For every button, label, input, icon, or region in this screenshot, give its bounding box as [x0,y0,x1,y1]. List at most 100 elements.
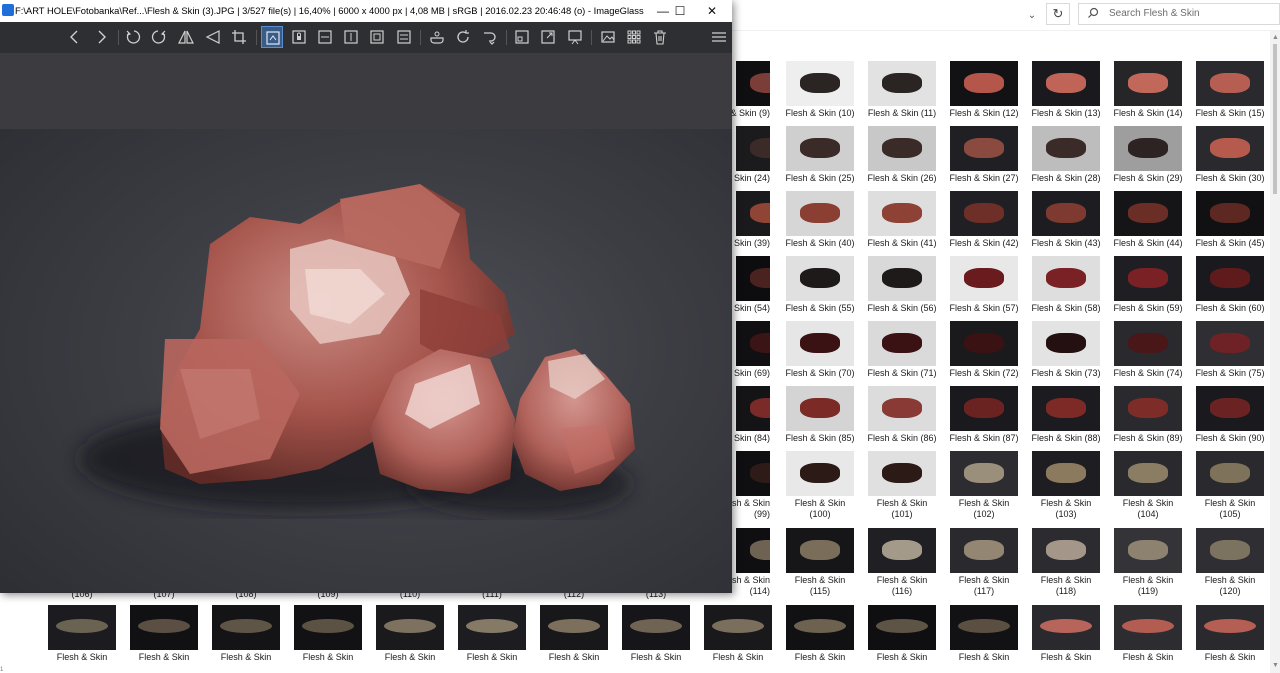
thumbnail-tile[interactable]: Flesh & Skin (120) [1196,528,1264,598]
thumbnail-tile[interactable]: Flesh & Skin (10) [785,61,855,131]
slideshow-icon[interactable] [564,26,586,48]
thumbnail-tile[interactable]: Flesh & Skin [1196,605,1264,669]
thumbnail-tile[interactable]: Flesh & Skin (89) [1113,386,1183,456]
thumbnail-tile[interactable]: Flesh & Skin (86) [867,386,937,456]
thumbnail-tile[interactable]: Flesh & Skin (15) [1195,61,1265,131]
thumbnail-tile[interactable]: Flesh & Skin (40) [785,191,855,261]
menu-icon[interactable] [708,26,730,48]
thumbnail-tile[interactable]: Flesh & Skin (99) [719,451,770,521]
color-picker-icon[interactable] [426,26,448,48]
thumbnail-tile[interactable]: Flesh & Skin (11) [868,61,936,131]
lock-zoom-icon[interactable] [288,26,310,48]
thumbnail-tile[interactable]: Flesh & Skin (69) [701,321,770,391]
thumbnail-tile[interactable]: Flesh & Skin (105) [1196,451,1264,521]
goto-icon[interactable] [478,26,500,48]
thumbnail-tile[interactable]: Flesh & Skin (117) [950,528,1018,598]
thumbnail-tile[interactable]: Flesh & Skin (59) [1113,256,1183,326]
refresh-button[interactable]: ↻ [1046,3,1070,25]
thumbnail-tile[interactable]: Flesh & Skin (114) [719,528,770,598]
thumbnail-tile[interactable]: Flesh & Skin (90) [1195,386,1265,456]
thumbnail-tile[interactable]: Flesh & Skin (75) [1195,321,1265,391]
thumbnail-tile[interactable]: Flesh & Skin [786,605,854,669]
flip-horizontal-icon[interactable] [175,26,197,48]
scroll-down-arrow-icon[interactable]: ▼ [1272,662,1279,669]
thumbnail-tile[interactable]: Flesh & Skin [1032,605,1100,669]
thumbnail-tile[interactable]: Flesh & Skin (101) [868,451,936,521]
thumbnail-tile[interactable]: Flesh & Skin [212,605,280,669]
thumbnail-tile[interactable]: Flesh & Skin (103) [1032,451,1100,521]
thumbnail-tile[interactable]: Flesh & Skin (72) [949,321,1019,391]
thumbnail-tile[interactable]: Flesh & Skin [294,605,362,669]
thumbnail-tile[interactable]: Flesh & Skin (29) [1113,126,1183,196]
image-viewer-area[interactable] [0,53,732,593]
delete-icon[interactable] [649,26,671,48]
refresh-icon[interactable] [452,26,474,48]
scale-to-height-icon[interactable] [340,26,362,48]
thumbnail-tile[interactable]: Flesh & Skin (39) [701,191,770,261]
thumbnail-tile[interactable]: Flesh & Skin (102) [950,451,1018,521]
thumbnail-tile[interactable]: Flesh & Skin [950,605,1018,669]
thumbnail-tile[interactable]: Flesh & Skin (104) [1114,451,1182,521]
thumbnail-tile[interactable]: Flesh & Skin (12) [949,61,1019,131]
thumbnail-tile[interactable]: Flesh & Skin (85) [785,386,855,456]
scrollbar-thumb[interactable] [1273,44,1277,194]
auto-zoom-icon[interactable] [261,26,283,48]
scale-to-fit-icon[interactable] [366,26,388,48]
scroll-up-arrow-icon[interactable]: ▲ [1272,34,1279,41]
rotate-right-icon[interactable] [148,26,170,48]
thumbnail-tile[interactable]: Flesh & Skin [868,605,936,669]
close-button[interactable]: ✕ [692,0,732,22]
back-icon[interactable] [64,26,86,48]
thumbnail-tile[interactable]: Flesh & Skin (88) [1031,386,1101,456]
thumbnail-tile[interactable]: Flesh & Skin (24) [701,126,770,196]
thumbnail-tile[interactable]: Flesh & Skin [622,605,690,669]
crop-icon[interactable] [228,26,250,48]
thumbnail-tile[interactable]: Flesh & Skin (45) [1195,191,1265,261]
thumbnail-tile[interactable]: Flesh & Skin (100) [786,451,854,521]
thumbnail-tile[interactable]: Flesh & Skin (55) [785,256,855,326]
thumbnail-tile[interactable]: Flesh & Skin (115) [786,528,854,598]
thumbnail-tile[interactable]: Flesh & Skin (84) [701,386,770,456]
thumbnail-tile[interactable]: Flesh & Skin (30) [1195,126,1265,196]
thumbnail-tile[interactable]: Flesh & Skin (57) [949,256,1019,326]
thumbnail-tile[interactable]: Flesh & Skin (13) [1031,61,1101,131]
thumbnail-tile[interactable]: Flesh & Skin (27) [949,126,1019,196]
thumbnail-tile[interactable]: Flesh & Skin (44) [1113,191,1183,261]
thumbnail-tile[interactable]: Flesh & Skin (87) [949,386,1019,456]
thumbnails-icon[interactable] [623,26,645,48]
thumbnail-tile[interactable]: Flesh & Skin (58) [1031,256,1101,326]
forward-icon[interactable] [90,26,112,48]
address-dropdown-icon[interactable]: ⌄ [1026,10,1038,22]
thumbnail-tile[interactable]: Flesh & Skin (116) [868,528,936,598]
thumbnail-tile[interactable]: Flesh & Skin (54) [701,256,770,326]
thumbnail-tile[interactable]: Flesh & Skin (60) [1195,256,1265,326]
thumbnail-tile[interactable]: Flesh & Skin (26) [867,126,937,196]
scale-to-fill-icon[interactable] [393,26,415,48]
thumbnail-tile[interactable]: Flesh & Skin (41) [867,191,937,261]
thumbnail-tile[interactable]: Flesh & Skin (42) [949,191,1019,261]
scale-to-width-icon[interactable] [314,26,336,48]
thumbnail-tile[interactable]: Flesh & Skin [704,605,772,669]
thumbnail-tile[interactable]: Flesh & Skin [376,605,444,669]
thumbnail-tile[interactable]: Flesh & Skin (70) [785,321,855,391]
thumbnail-tile[interactable]: Flesh & Skin (25) [785,126,855,196]
image-icon[interactable] [597,26,619,48]
thumbnail-tile[interactable]: Flesh & Skin [1114,605,1182,669]
thumbnail-tile[interactable]: Flesh & Skin (56) [867,256,937,326]
thumbnail-tile[interactable]: Flesh & Skin (43) [1031,191,1101,261]
fullscreen-icon[interactable] [511,26,533,48]
thumbnail-tile[interactable]: Flesh & Skin [48,605,116,669]
thumbnail-tile[interactable]: Flesh & Skin [130,605,198,669]
thumbnail-tile[interactable]: Flesh & Skin [458,605,526,669]
thumbnail-tile[interactable]: Flesh & Skin [540,605,608,669]
flip-vertical-icon[interactable] [202,26,224,48]
thumbnail-tile[interactable]: Flesh & Skin (28) [1031,126,1101,196]
thumbnail-tile[interactable]: Flesh & Skin (119) [1114,528,1182,598]
window-fit-icon[interactable] [537,26,559,48]
rotate-left-icon[interactable] [122,26,144,48]
thumbnail-tile[interactable]: Flesh & Skin (9) [706,61,770,131]
thumbnail-tile[interactable]: Flesh & Skin (71) [867,321,937,391]
thumbnail-tile[interactable]: Flesh & Skin (14) [1113,61,1183,131]
thumbnail-tile[interactable]: Flesh & Skin (74) [1113,321,1183,391]
search-box[interactable]: Search Flesh & Skin [1078,3,1280,25]
